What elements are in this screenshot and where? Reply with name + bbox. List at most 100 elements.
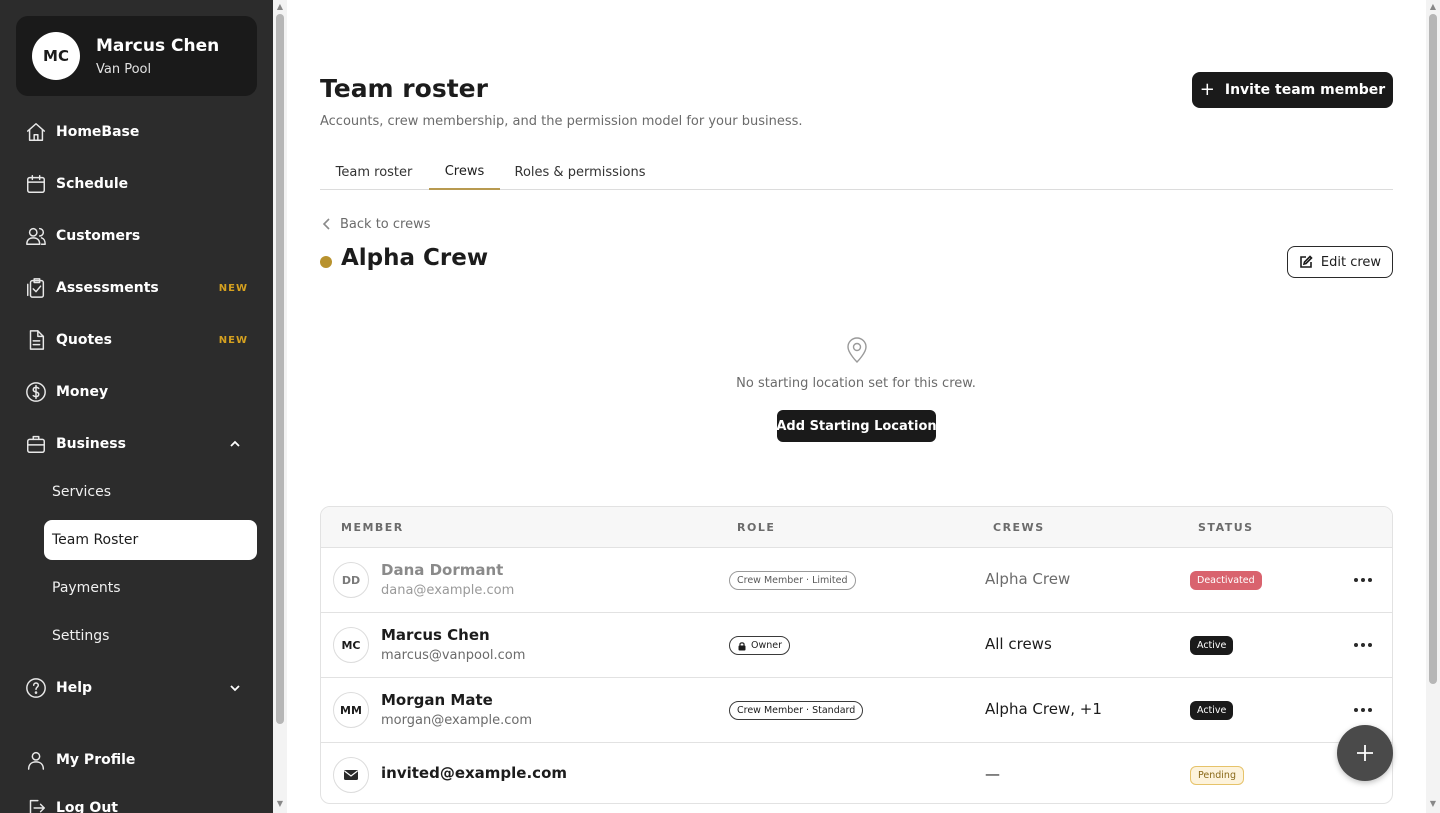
invite-label: Invite team member (1224, 82, 1386, 98)
crew-color-dot (320, 256, 332, 268)
scroll-up-arrow[interactable]: ▲ (276, 3, 284, 11)
sidebar: MC Marcus Chen Van Pool HomeBase Schedul… (0, 0, 273, 813)
avatar: MC (333, 627, 369, 663)
tab-team-roster[interactable]: Team roster (320, 154, 428, 190)
nav-item-schedule[interactable]: Schedule (24, 166, 256, 202)
page-subtitle: Accounts, crew membership, and the permi… (320, 114, 803, 129)
back-to-crews-link[interactable]: Back to crews (320, 214, 431, 234)
table-row[interactable]: invited@example.com — Pending (321, 743, 1392, 803)
role-label: Owner (751, 640, 783, 651)
member-email: morgan@example.com (381, 713, 533, 728)
plus-icon (1357, 745, 1373, 761)
status-badge: Active (1190, 636, 1234, 655)
role-badge: Crew Member · Standard (729, 701, 864, 720)
scrollbar-thumb[interactable] (1429, 14, 1437, 684)
avatar: MM (333, 692, 369, 728)
nav-item-my-profile[interactable]: My Profile (24, 742, 256, 778)
status-badge: Deactivated (1190, 571, 1262, 590)
column-header-member: MEMBER (341, 521, 404, 534)
nav-item-homebase[interactable]: HomeBase (24, 114, 256, 150)
scroll-down-arrow[interactable]: ▼ (1429, 800, 1437, 808)
main-scrollbar[interactable]: ▲ ▼ (1426, 0, 1440, 813)
clipboard-check-icon (24, 276, 48, 300)
plus-icon: + (1199, 79, 1215, 100)
edit-crew-button[interactable]: Edit crew (1287, 246, 1393, 278)
empty-location-text: No starting location set for this crew. (736, 376, 976, 391)
nav-label: Assessments (56, 280, 159, 296)
nav-label: Customers (56, 228, 141, 244)
nav-label: Money (56, 384, 109, 400)
help-icon (24, 676, 48, 700)
members-table: MEMBER ROLE CREWS STATUS DD Dana Dormant… (320, 506, 1393, 804)
status-badge: Active (1190, 701, 1234, 720)
sidebar-item-settings[interactable]: Settings (44, 616, 257, 656)
more-actions-button[interactable] (1351, 635, 1375, 655)
chevron-down-icon (228, 681, 242, 695)
chevron-left-icon (322, 218, 330, 230)
nav-label: Quotes (56, 332, 113, 348)
nav-label: My Profile (56, 752, 136, 768)
table-row[interactable]: MM Morgan Mate morgan@example.com Crew M… (321, 678, 1392, 743)
add-fab-button[interactable] (1337, 725, 1393, 781)
member-name: Marcus Chen (381, 626, 490, 644)
crew-title: Alpha Crew (341, 245, 489, 271)
table-header: MEMBER ROLE CREWS STATUS (321, 507, 1392, 548)
sidebar-item-payments[interactable]: Payments (44, 568, 257, 608)
nav-item-assessments[interactable]: Assessments NEW (24, 270, 256, 306)
edit-label: Edit crew (1320, 254, 1382, 270)
more-actions-button[interactable] (1351, 570, 1375, 590)
dollar-icon (24, 380, 48, 404)
more-actions-button[interactable] (1351, 700, 1375, 720)
profile-card[interactable]: MC Marcus Chen Van Pool (16, 16, 257, 96)
member-crews: — (985, 765, 1000, 783)
column-header-crews: CREWS (993, 521, 1045, 534)
table-row[interactable]: MC Marcus Chen marcus@vanpool.com Owner … (321, 613, 1392, 678)
sidebar-item-team-roster[interactable]: Team Roster (44, 520, 257, 560)
document-icon (24, 328, 48, 352)
logout-icon (24, 796, 48, 813)
back-label: Back to crews (340, 216, 431, 232)
status-badge: Pending (1190, 766, 1244, 785)
nav-item-money[interactable]: Money (24, 374, 256, 410)
nav-label: Log Out (56, 800, 118, 813)
nav-item-quotes[interactable]: Quotes NEW (24, 322, 256, 358)
role-badge: Owner (729, 636, 791, 655)
nav-item-customers[interactable]: Customers (24, 218, 256, 254)
nav-label: Business (56, 436, 126, 452)
scroll-up-arrow[interactable]: ▲ (1429, 3, 1437, 11)
edit-icon (1300, 255, 1313, 268)
member-crews: Alpha Crew, +1 (985, 700, 1102, 718)
map-pin-icon (844, 336, 870, 364)
nav-item-log-out[interactable]: Log Out (24, 790, 256, 813)
role-badge: Crew Member · Limited (729, 571, 856, 590)
sidebar-item-services[interactable]: Services (44, 472, 257, 512)
member-name: Morgan Mate (381, 691, 493, 709)
profile-name: Marcus Chen (96, 36, 220, 56)
users-icon (24, 224, 48, 248)
member-name: Dana Dormant (381, 561, 504, 579)
sidebar-scrollbar[interactable]: ▲ ▼ (273, 0, 287, 813)
nav-label: Help (56, 680, 93, 696)
member-crews: All crews (985, 635, 1052, 653)
scrollbar-thumb[interactable] (276, 14, 284, 724)
nav-item-business[interactable]: Business (24, 426, 256, 462)
invite-team-member-button[interactable]: + Invite team member (1192, 72, 1393, 108)
profile-org: Van Pool (96, 62, 152, 77)
table-row[interactable]: DD Dana Dormant dana@example.com Crew Me… (321, 548, 1392, 613)
new-badge: NEW (218, 334, 248, 346)
add-starting-location-button[interactable]: Add Starting Location (776, 410, 937, 442)
scroll-down-arrow[interactable]: ▼ (276, 800, 284, 808)
briefcase-icon (24, 432, 48, 456)
home-icon (24, 120, 48, 144)
nav-item-help[interactable]: Help (24, 670, 256, 706)
avatar: MC (32, 32, 80, 80)
new-badge: NEW (218, 282, 248, 294)
column-header-status: STATUS (1198, 521, 1254, 534)
member-email: marcus@vanpool.com (381, 648, 526, 663)
lock-icon (738, 641, 746, 650)
tab-roles-permissions[interactable]: Roles & permissions (508, 154, 652, 190)
nav-label: HomeBase (56, 124, 140, 140)
member-crews: Alpha Crew (985, 570, 1071, 588)
nav-label: Schedule (56, 176, 129, 192)
tab-crews[interactable]: Crews (429, 154, 500, 190)
